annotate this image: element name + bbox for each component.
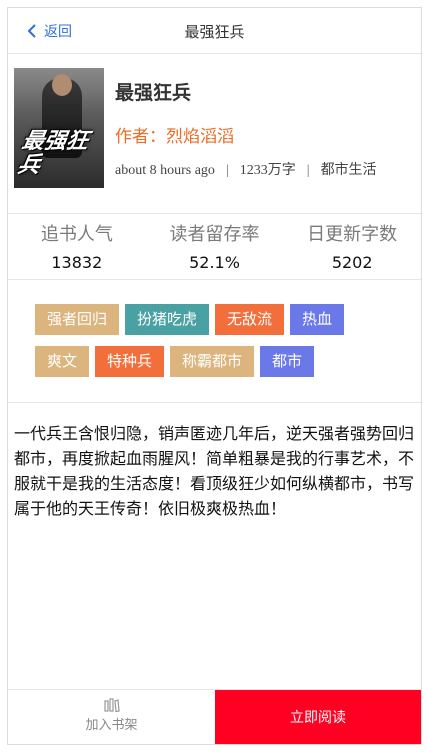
stat-label: 日更新字数: [307, 224, 398, 245]
book-category[interactable]: 都市生活: [321, 163, 377, 178]
divider: [8, 279, 421, 280]
book-author[interactable]: 作者：烈焰滔滔: [115, 122, 234, 147]
read-now-label: 立即阅读: [290, 710, 346, 726]
stat-value: 5202: [331, 253, 373, 272]
book-description: 一代兵王含恨归隐，销声匿迹几年后，逆天强者强势回归都市，再度掀起血雨腥风！简单粗…: [14, 424, 415, 518]
book-info: 最强狂兵 最强狂兵 作者：烈焰滔滔 about 8 hours ago | 1233…: [14, 68, 418, 196]
cover-figure-head: [52, 74, 72, 96]
tag[interactable]: 称霸都市: [170, 346, 255, 377]
tag[interactable]: 扮猪吃虎: [125, 304, 210, 335]
stat-retention: 读者留存率 52.1%: [146, 214, 284, 278]
stat-value: 52.1%: [189, 253, 240, 272]
read-now-button[interactable]: 立即阅读: [215, 690, 421, 744]
stat-daily-words: 日更新字数 5202: [283, 214, 421, 278]
stat-label: 追书人气: [40, 224, 113, 245]
book-title: 最强狂兵: [115, 82, 192, 104]
bookshelf-icon: [103, 698, 120, 712]
bottom-action-bar: 加入书架 立即阅读: [8, 689, 421, 744]
tag[interactable]: 强者回归: [35, 304, 120, 335]
tag[interactable]: 热血: [290, 304, 345, 335]
add-to-shelf-button[interactable]: 加入书架: [8, 690, 215, 744]
cover-title-text: 最强狂兵: [15, 129, 91, 178]
book-cover[interactable]: 最强狂兵: [14, 68, 104, 188]
book-meta: about 8 hours ago | 1233万字 | 都市生活: [115, 159, 377, 179]
meta-separator: |: [306, 163, 310, 178]
add-to-shelf-label: 加入书架: [85, 718, 138, 733]
stat-value: 13832: [51, 253, 103, 272]
tag-list: 强者回归 扮猪吃虎 无敌流 热血 爽文 特种兵 称霸都市 都市: [35, 304, 405, 388]
tag[interactable]: 无敌流: [215, 304, 285, 335]
page-title: 最强狂兵: [184, 23, 245, 41]
navigation-bar: 返回 最强狂兵: [8, 8, 421, 54]
tag[interactable]: 都市: [260, 346, 315, 377]
stat-label: 读者留存率: [169, 224, 260, 245]
tag[interactable]: 爽文: [35, 346, 90, 377]
meta-separator: |: [225, 163, 229, 178]
word-count: 1233万字: [239, 163, 296, 178]
update-time: about 8 hours ago: [115, 163, 215, 178]
tag[interactable]: 特种兵: [95, 346, 165, 377]
book-detail-page: 返回 最强狂兵 最强狂兵 最强狂兵 作者：烈焰滔滔 about 8 hours …: [7, 7, 422, 745]
stat-popularity: 追书人气 13832: [8, 214, 146, 278]
divider: [8, 402, 421, 403]
stats-row: 追书人气 13832 读者留存率 52.1% 日更新字数 5202: [8, 214, 421, 278]
